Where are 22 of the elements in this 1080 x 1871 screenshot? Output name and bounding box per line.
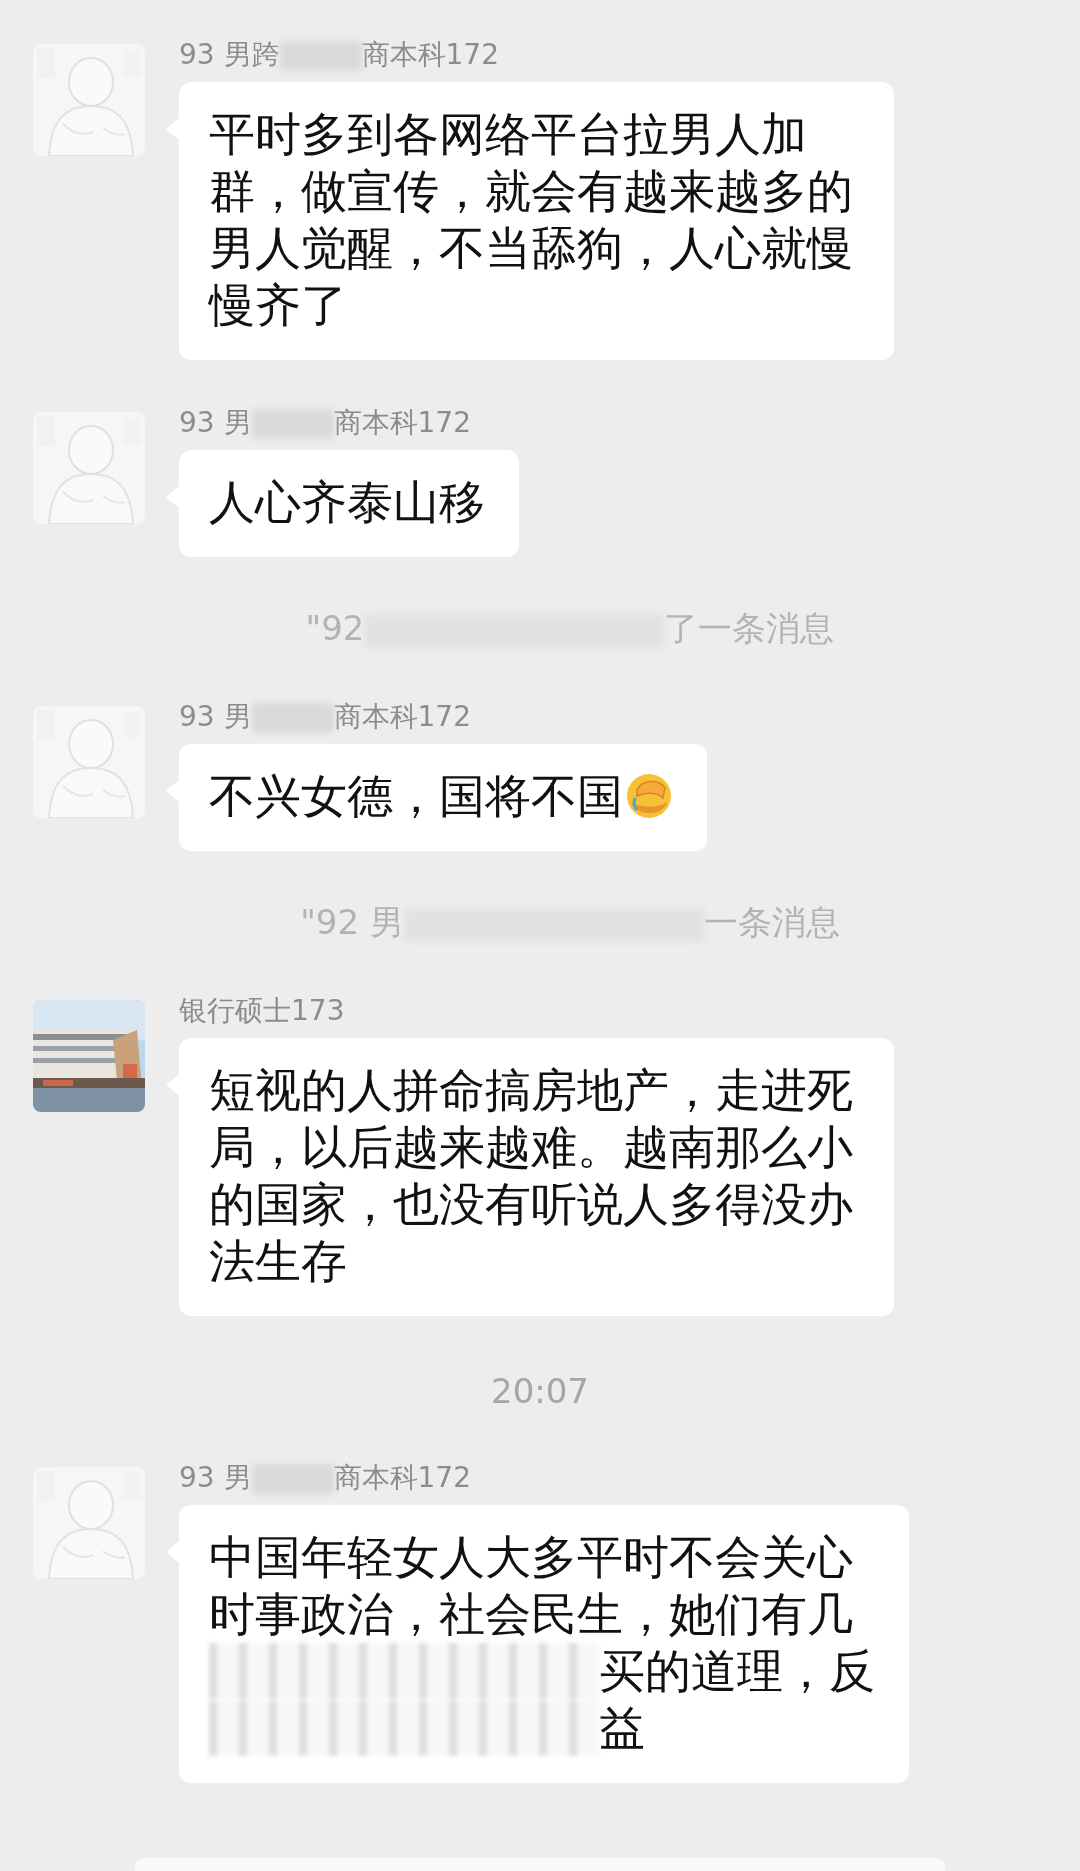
message-text: 时事政治，社会民生，她们有几 [209, 1586, 853, 1643]
message-text: 益 [599, 1700, 645, 1757]
message-text: 中国年轻女人大多平时不会关心 [209, 1529, 853, 1586]
message-text: 短视的人拼命搞房地产，走进死局，以后越来越难。越南那么小的国家，也没有听说人多得没办法生存 [209, 1062, 854, 1290]
message-text: 买的道理，反 [599, 1643, 875, 1700]
sender-name: 商本科172 [333, 1461, 471, 1494]
sender-name: 商本科172 [333, 700, 471, 733]
message-text: 不兴女德，国将不国 [209, 768, 623, 825]
sender-name: 93 男 [179, 1461, 252, 1494]
sender-name: 商本科172 [361, 38, 499, 71]
sender-name: 93 男 [179, 406, 252, 439]
recall-notice: 一条消息 [703, 902, 840, 942]
timestamp: 20:07 [491, 1371, 589, 1411]
message-text: 人心齐泰山移 [209, 474, 485, 531]
message-text: 平时多到各网络平台拉男人加群，做宣传，就会有越来越多的男人觉醒，不当舔狗，人心就慢慢齐了 [209, 106, 854, 334]
recall-notice: "92 男 [300, 902, 404, 942]
recall-notice: 了一条消息 [664, 608, 835, 648]
sender-name: 银行硕士173 [179, 994, 345, 1027]
recall-notice: "92 [305, 608, 365, 648]
sender-name: 93 男 [179, 700, 252, 733]
sender-name: 商本科172 [333, 406, 471, 439]
sender-name: 93 男跨 [179, 38, 280, 71]
